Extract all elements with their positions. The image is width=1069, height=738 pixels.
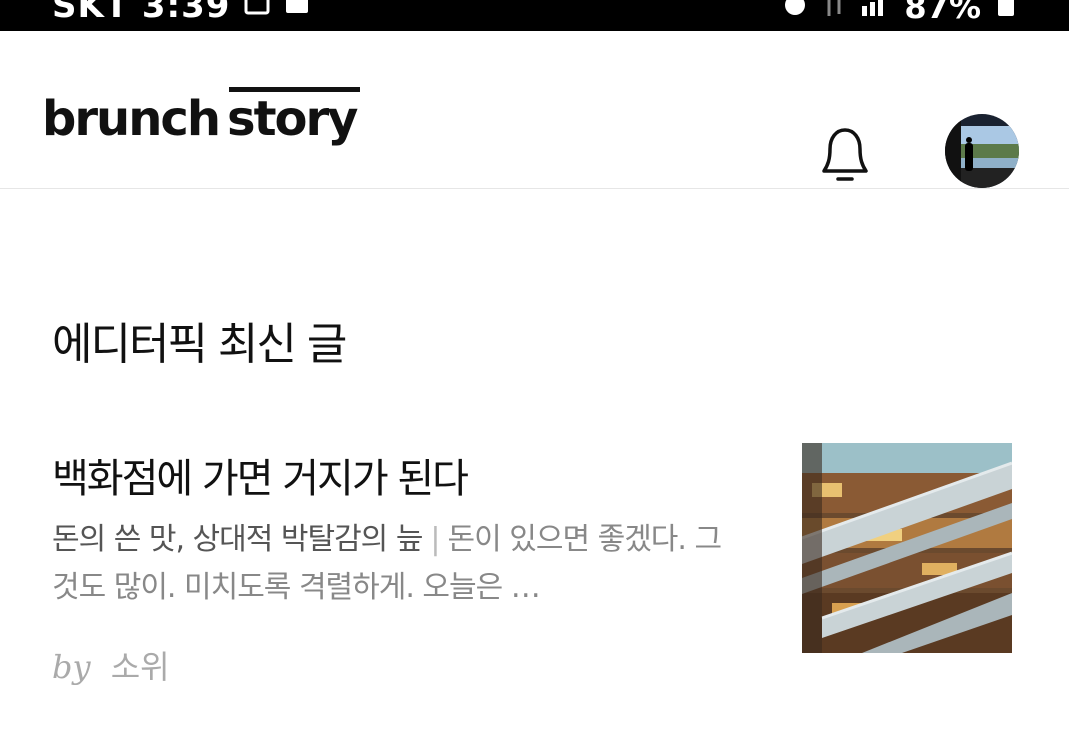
status-left: SKT 3:39 [52,0,310,26]
article-subtitle: 돈의 쓴 맛, 상대적 박탈감의 늪 [52,522,423,557]
section-title: 에디터픽 최신 글 [52,319,347,370]
author-name[interactable]: 소위 [111,648,170,686]
brunch-story-logo[interactable]: brunch story [42,87,361,147]
battery-percent: 87% [904,0,981,26]
gallery-icon [244,0,270,26]
message-icon [284,0,310,26]
status-right: 87% [782,0,1017,26]
avatar[interactable] [945,114,1019,188]
logo-story: story [227,87,361,143]
article-card[interactable]: 백화점에 가면 거지가 된다 돈의 쓴 맛, 상대적 박탈감의 늪 | 돈이 있으면… [52,440,1013,690]
bell-icon[interactable] [814,121,876,183]
article-thumbnail[interactable] [801,443,1013,653]
article-title[interactable]: 백화점에 가면 거지가 된다 [52,446,469,504]
byline: by 소위 [52,642,170,688]
status-bar: SKT 3:39 87% [0,0,1069,31]
status-time: SKT 3:39 [52,0,231,26]
data-transfer-icon [822,0,846,26]
battery-icon [995,0,1017,26]
article-description: 돈의 쓴 맛, 상대적 박탈감의 늪 | 돈이 있으면 좋겠다. 그것도 많이. 미… [52,516,742,612]
alarm-icon [782,0,808,26]
signal-icon [860,0,890,26]
logo-brunch: brunch [42,91,221,147]
byline-by: by [52,648,91,686]
subtitle-separator: | [430,522,440,557]
app-header: brunch story [0,31,1069,189]
